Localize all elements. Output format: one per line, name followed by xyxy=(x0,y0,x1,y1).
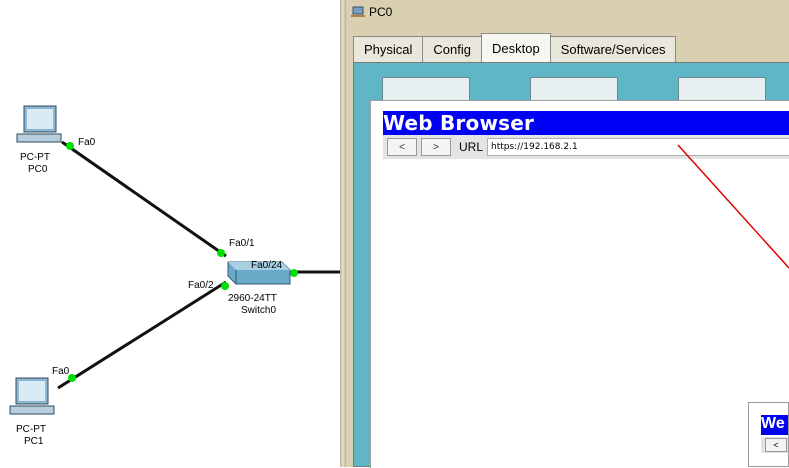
pc0-port-label: Fa0 xyxy=(78,137,96,148)
url-input[interactable] xyxy=(487,138,789,156)
pc0-device[interactable] xyxy=(16,105,62,143)
pc0-name-label: PC0 xyxy=(28,164,48,175)
pc1-type-label: PC-PT xyxy=(16,424,46,435)
switch-type-label: 2960-24TT xyxy=(228,293,277,304)
pc0-type-label: PC-PT xyxy=(20,152,50,163)
web-browser-title-text: Web Browser xyxy=(383,111,535,135)
device-tabs: Physical Config Desktop Software/Service… xyxy=(353,33,789,62)
second-back-button[interactable]: < xyxy=(765,438,787,452)
second-browser-nav-bar: < xyxy=(761,437,788,453)
web-browser-title: Web Browser xyxy=(383,111,789,135)
second-browser-panel: We < xyxy=(748,402,789,467)
tab-physical[interactable]: Physical xyxy=(353,36,424,62)
switch-port-fa024: Fa0/24 xyxy=(251,260,283,271)
back-button[interactable]: < xyxy=(387,138,417,156)
url-label: URL xyxy=(459,140,484,154)
topology-canvas[interactable]: PC-PT PC0 Fa0 PC-PT PC1 Fa0 Fa0/1 Fa0/24… xyxy=(0,0,345,467)
link-light-sw-fa01 xyxy=(217,249,225,257)
link-pc0-switch[interactable] xyxy=(61,140,227,258)
second-browser-title: We xyxy=(761,415,788,435)
window-title: PC0 xyxy=(369,5,393,19)
web-browser-panel: Web Browser < > URL xyxy=(370,100,789,468)
tab-software-services[interactable]: Software/Services xyxy=(549,36,677,62)
window-titlebar[interactable]: PC0 xyxy=(347,0,789,24)
pane-splitter[interactable] xyxy=(340,0,346,467)
forward-button[interactable]: > xyxy=(421,138,451,156)
link-light-pc0 xyxy=(66,142,74,150)
tab-desktop[interactable]: Desktop xyxy=(481,33,551,62)
pc-icon xyxy=(9,377,55,415)
tab-config[interactable]: Config xyxy=(422,36,482,62)
switch-name-label: Switch0 xyxy=(241,305,276,316)
link-light-sw-fa02 xyxy=(221,282,229,290)
switch-port-fa02: Fa0/2 xyxy=(188,280,214,291)
pc-icon xyxy=(16,105,62,143)
pc1-port-label: Fa0 xyxy=(52,366,70,377)
pc-window-icon xyxy=(351,6,365,17)
link-pc1-switch[interactable] xyxy=(57,280,227,390)
switch-port-fa01: Fa0/1 xyxy=(229,238,255,249)
pc1-device[interactable] xyxy=(9,377,55,415)
link-light-sw-fa024 xyxy=(290,269,298,277)
browser-nav-bar: < > URL xyxy=(383,135,789,159)
pc1-name-label: PC1 xyxy=(24,436,44,447)
